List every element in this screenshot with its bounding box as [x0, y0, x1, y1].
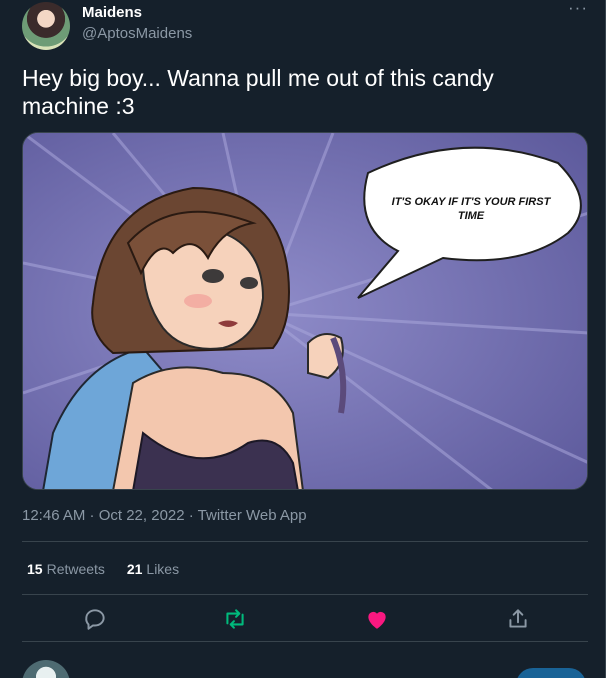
divider-bottom [22, 641, 588, 642]
character-eye-left [202, 269, 224, 283]
tweet-header: Maidens @AptosMaidens ··· [22, 0, 592, 50]
speech-bubble-text-line2: TIME [458, 210, 485, 222]
reply-submit-button[interactable] [516, 668, 586, 678]
tweet-detail-view: Maidens @AptosMaidens ··· Hey big boy...… [0, 0, 606, 678]
author-display-name[interactable]: Maidens [82, 4, 142, 21]
like-button[interactable] [364, 606, 390, 632]
author-avatar[interactable] [22, 2, 70, 50]
retweets-count: 15 [27, 561, 43, 577]
retweet-icon [226, 609, 244, 629]
retweets-label: Retweets [46, 561, 105, 577]
divider-middle [22, 594, 588, 595]
retweet-button[interactable] [222, 606, 248, 632]
more-options-icon[interactable]: ··· [566, 0, 590, 22]
comic-illustration: IT'S OKAY IF IT'S YOUR FIRST TIME [23, 133, 587, 489]
tweet-actions [22, 602, 588, 636]
speech-bubble-text-line1: IT'S OKAY IF IT'S YOUR FIRST [392, 196, 552, 208]
heart-icon [368, 611, 386, 629]
share-icon [509, 609, 527, 628]
reply-icon [85, 609, 105, 630]
reply-button[interactable] [82, 606, 108, 632]
share-button[interactable] [505, 606, 531, 632]
retweets-stat[interactable]: 15 Retweets [27, 561, 105, 577]
character-blush [184, 294, 212, 308]
likes-label: Likes [146, 561, 180, 577]
reply-composer [22, 658, 588, 678]
likes-stat[interactable]: 21 Likes [127, 561, 179, 577]
tweet-timestamp[interactable]: 12:46 AM · Oct 22, 2022 · Twitter Web Ap… [22, 507, 307, 524]
tweet-text: Hey big boy... Wanna pull me out of this… [22, 65, 494, 119]
current-user-avatar[interactable] [22, 660, 70, 678]
character-eye-right [240, 277, 258, 289]
likes-count: 21 [126, 561, 143, 577]
author-handle[interactable]: @AptosMaidens [82, 25, 192, 42]
tweet-image[interactable]: IT'S OKAY IF IT'S YOUR FIRST TIME [22, 132, 588, 490]
divider-top [22, 541, 588, 542]
tweet-stats: 15 Retweets 21 Likes [27, 561, 197, 577]
